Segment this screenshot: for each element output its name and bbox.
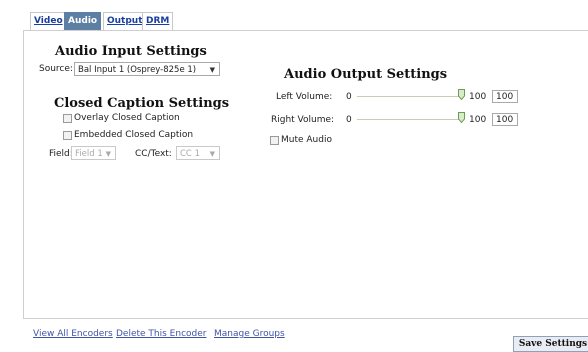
cc-text-value: CC 1 [180,149,200,159]
left-volume-input[interactable]: 100 [492,90,518,103]
source-select[interactable]: Bal Input 1 (Osprey-825e 1) ▼ [74,62,220,76]
overlay-cc-label: Overlay Closed Caption [74,113,180,123]
audio-output-heading: Audio Output Settings [284,67,448,82]
right-volume-input[interactable]: 100 [492,113,518,126]
mute-audio-checkbox[interactable] [270,136,279,145]
delete-encoder-link[interactable]: Delete This Encoder [116,329,206,339]
source-label: Source: [39,64,73,74]
embedded-cc-label: Embedded Closed Caption [74,130,194,140]
right-volume-slider-thumb[interactable] [458,112,465,123]
cc-text-label: CC/Text: [135,149,172,159]
left-volume-slider-thumb[interactable] [458,89,465,100]
cc-text-select[interactable]: CC 1 ▼ [176,146,220,160]
tab-audio[interactable]: Audio [64,12,102,30]
chevron-down-icon: ▼ [209,150,215,158]
mute-audio-label: Mute Audio [281,135,332,145]
left-volume-min: 0 [346,92,352,102]
right-volume-min: 0 [346,115,352,125]
view-all-encoders-link[interactable]: View All Encoders [33,329,113,339]
manage-groups-link[interactable]: Manage Groups [214,329,285,339]
right-volume-slider-track[interactable] [357,119,459,120]
field-label: Field: [49,149,73,159]
overlay-cc-checkbox[interactable] [63,114,72,123]
chevron-down-icon: ▼ [209,66,215,74]
tab-drm[interactable]: DRM [142,12,174,30]
embedded-cc-checkbox[interactable] [63,131,72,140]
chevron-down-icon: ▼ [105,150,111,158]
left-volume-slider-track[interactable] [357,96,459,97]
right-volume-max: 100 [469,115,487,125]
tab-output[interactable]: Output [103,12,147,30]
left-volume-max: 100 [469,92,487,102]
source-value: Bal Input 1 (Osprey-825e 1) [78,65,197,75]
left-volume-label: Left Volume: [276,92,333,102]
closed-caption-heading: Closed Caption Settings [54,96,230,111]
audio-input-heading: Audio Input Settings [55,44,207,59]
field-value: Field 1 [75,149,103,159]
right-volume-label: Right Volume: [271,115,335,125]
field-select[interactable]: Field 1 ▼ [71,146,116,160]
tab-video[interactable]: Video [30,12,67,30]
